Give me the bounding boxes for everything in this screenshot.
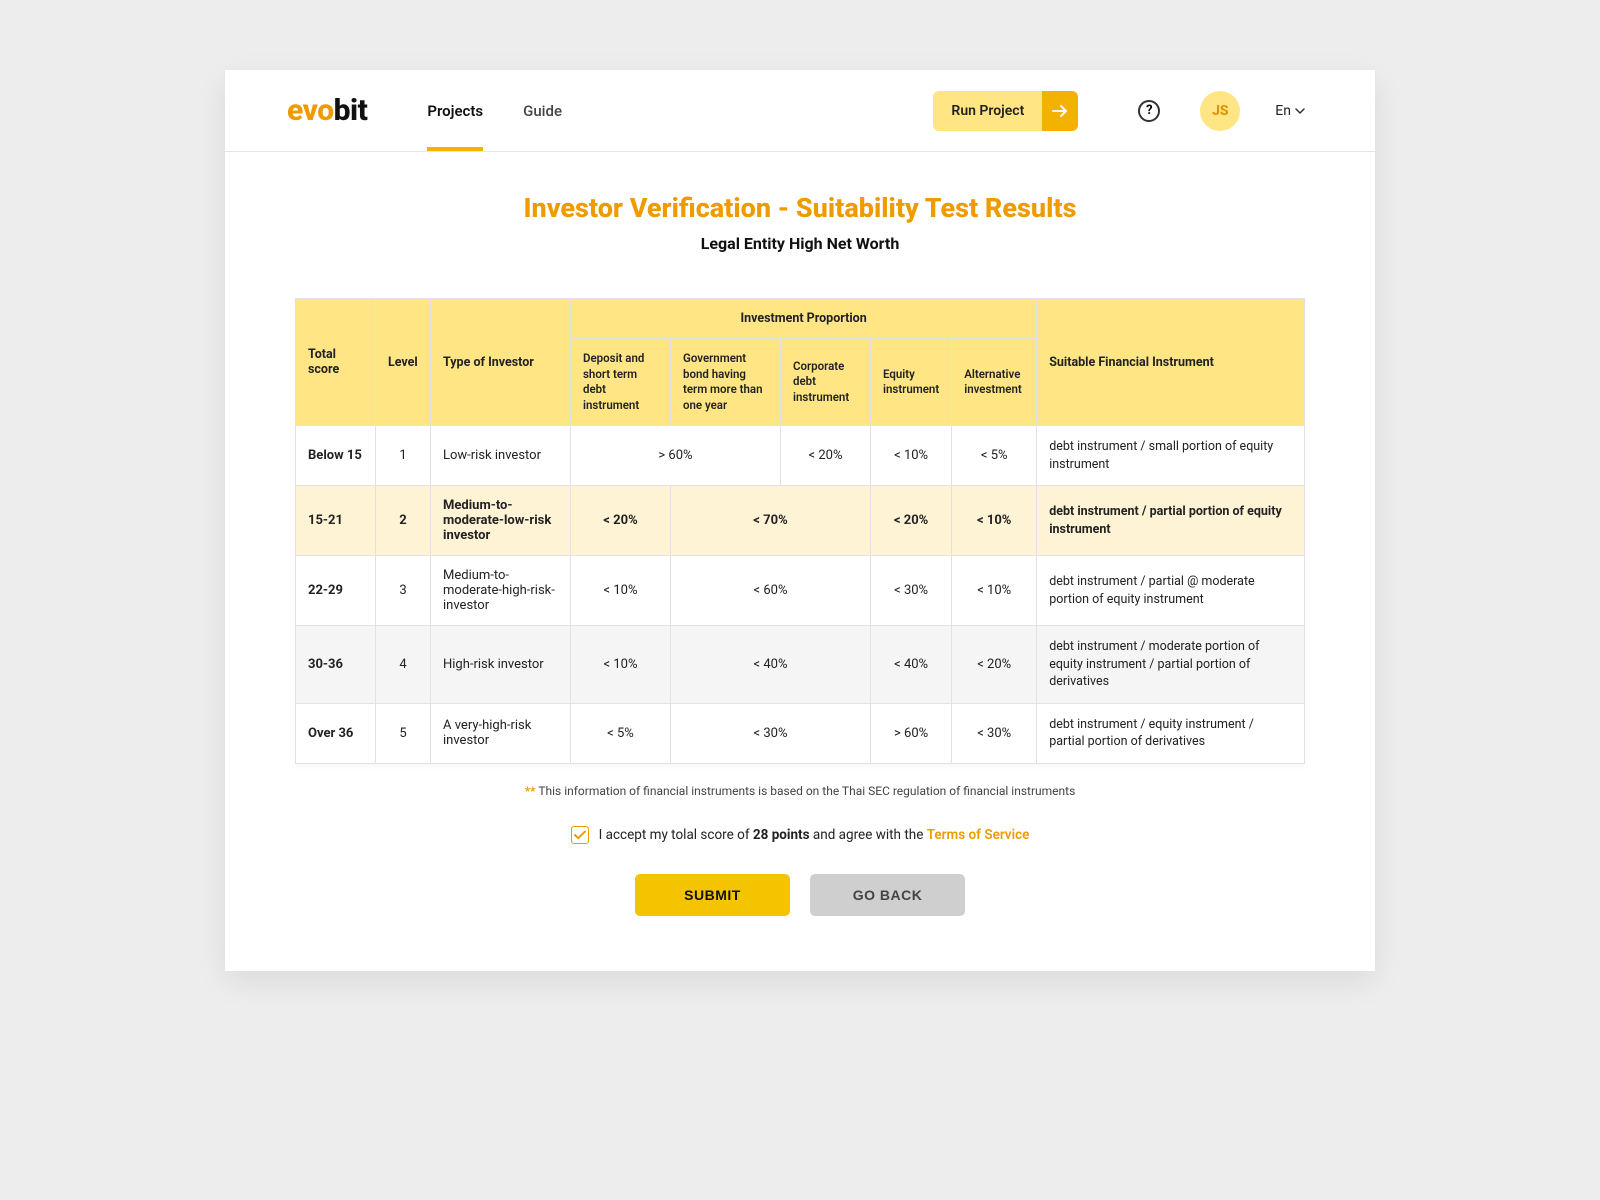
table-cell: > 60% bbox=[571, 426, 781, 486]
th-suitable: Suitable Financial Instrument bbox=[1037, 299, 1305, 426]
table-row: 22-293Medium-to-moderate-high-risk-inves… bbox=[296, 556, 1305, 626]
table-cell: 15-21 bbox=[296, 486, 376, 556]
table-cell: < 20% bbox=[571, 486, 671, 556]
table-cell: < 40% bbox=[871, 626, 952, 704]
accept-checkbox[interactable] bbox=[571, 826, 589, 844]
table-cell: 4 bbox=[376, 626, 431, 704]
app-window: evobit Projects Guide Run Project ? JS E… bbox=[225, 70, 1375, 971]
go-back-button[interactable]: GO BACK bbox=[810, 874, 965, 916]
avatar[interactable]: JS bbox=[1200, 91, 1240, 131]
page-subtitle: Legal Entity High Net Worth bbox=[295, 234, 1305, 253]
table-cell: 30-36 bbox=[296, 626, 376, 704]
table-cell: < 20% bbox=[952, 626, 1037, 704]
table-cell: Below 15 bbox=[296, 426, 376, 486]
help-icon[interactable]: ? bbox=[1138, 100, 1160, 122]
accept-text: I accept my tolal score of 28 points and… bbox=[599, 827, 1030, 843]
table-cell: Medium-to-moderate-low-risk investor bbox=[431, 486, 571, 556]
table-cell: A very-high-risk investor bbox=[431, 703, 571, 763]
accept-row: I accept my tolal score of 28 points and… bbox=[295, 826, 1305, 844]
table-cell: < 70% bbox=[671, 486, 871, 556]
table-cell: Low-risk investor bbox=[431, 426, 571, 486]
table-row: Below 151Low-risk investor> 60%< 20%< 10… bbox=[296, 426, 1305, 486]
th-equity: Equity instrument bbox=[871, 339, 952, 426]
language-label: En bbox=[1275, 103, 1291, 119]
nav-guide[interactable]: Guide bbox=[523, 72, 562, 150]
table-cell: < 10% bbox=[952, 556, 1037, 626]
footnote-text: This information of financial instrument… bbox=[538, 784, 1075, 798]
footnote: ** This information of financial instrum… bbox=[295, 784, 1305, 798]
table-cell: High-risk investor bbox=[431, 626, 571, 704]
table-cell: 5 bbox=[376, 703, 431, 763]
table-cell: < 20% bbox=[871, 486, 952, 556]
th-type: Type of Investor bbox=[431, 299, 571, 426]
table-cell: debt instrument / equity instrument / pa… bbox=[1037, 703, 1305, 763]
table-row: Over 365A very-high-risk investor< 5%< 3… bbox=[296, 703, 1305, 763]
table-row: 15-212Medium-to-moderate-low-risk invest… bbox=[296, 486, 1305, 556]
check-icon bbox=[574, 830, 586, 840]
logo-bit: bit bbox=[334, 93, 368, 128]
table-cell: < 10% bbox=[871, 426, 952, 486]
table-cell: < 20% bbox=[781, 426, 871, 486]
page-body: Investor Verification - Suitability Test… bbox=[225, 152, 1375, 971]
nav-projects[interactable]: Projects bbox=[427, 72, 483, 150]
th-govbond: Government bond having term more than on… bbox=[671, 339, 781, 426]
th-corpdebt: Corporate debt instrument bbox=[781, 339, 871, 426]
action-buttons: SUBMIT GO BACK bbox=[295, 874, 1305, 916]
table-cell: 22-29 bbox=[296, 556, 376, 626]
table-cell: < 40% bbox=[671, 626, 871, 704]
logo-evo: evo bbox=[287, 93, 334, 128]
topbar: evobit Projects Guide Run Project ? JS E… bbox=[225, 70, 1375, 152]
table-cell: < 10% bbox=[571, 626, 671, 704]
table-cell: < 5% bbox=[952, 426, 1037, 486]
table-cell: < 10% bbox=[952, 486, 1037, 556]
table-cell: < 30% bbox=[871, 556, 952, 626]
arrow-right-icon bbox=[1042, 91, 1078, 131]
page-title: Investor Verification - Suitability Test… bbox=[295, 192, 1305, 224]
table-cell: debt instrument / moderate portion of eq… bbox=[1037, 626, 1305, 704]
table-cell: Medium-to-moderate-high-risk-investor bbox=[431, 556, 571, 626]
table-cell: debt instrument / small portion of equit… bbox=[1037, 426, 1305, 486]
table-cell: > 60% bbox=[871, 703, 952, 763]
th-level: Level bbox=[376, 299, 431, 426]
table-cell: < 10% bbox=[571, 556, 671, 626]
main-nav: Projects Guide bbox=[427, 72, 562, 150]
language-selector[interactable]: En bbox=[1275, 103, 1305, 119]
table-cell: < 30% bbox=[671, 703, 871, 763]
logo[interactable]: evobit bbox=[287, 93, 367, 128]
chevron-down-icon bbox=[1295, 106, 1305, 116]
table-cell: 1 bbox=[376, 426, 431, 486]
table-cell: debt instrument / partial @ moderate por… bbox=[1037, 556, 1305, 626]
suitability-table: Total score Level Type of Investor Inves… bbox=[295, 298, 1305, 764]
run-project-button[interactable]: Run Project bbox=[933, 91, 1078, 131]
table-cell: 2 bbox=[376, 486, 431, 556]
footnote-stars: ** bbox=[525, 784, 536, 798]
th-investment-proportion: Investment Proportion bbox=[571, 299, 1037, 339]
th-alt: Alternative investment bbox=[952, 339, 1037, 426]
table-cell: debt instrument / partial portion of equ… bbox=[1037, 486, 1305, 556]
suitability-tbody: Below 151Low-risk investor> 60%< 20%< 10… bbox=[296, 426, 1305, 764]
run-project-label: Run Project bbox=[933, 103, 1042, 119]
th-total-score: Total score bbox=[296, 299, 376, 426]
th-deposit: Deposit and short term debt instrument bbox=[571, 339, 671, 426]
terms-of-service-link[interactable]: Terms of Service bbox=[927, 827, 1030, 843]
submit-button[interactable]: SUBMIT bbox=[635, 874, 790, 916]
table-cell: < 30% bbox=[952, 703, 1037, 763]
table-cell: Over 36 bbox=[296, 703, 376, 763]
table-cell: 3 bbox=[376, 556, 431, 626]
table-cell: < 60% bbox=[671, 556, 871, 626]
table-cell: < 5% bbox=[571, 703, 671, 763]
table-row: 30-364High-risk investor< 10%< 40%< 40%<… bbox=[296, 626, 1305, 704]
